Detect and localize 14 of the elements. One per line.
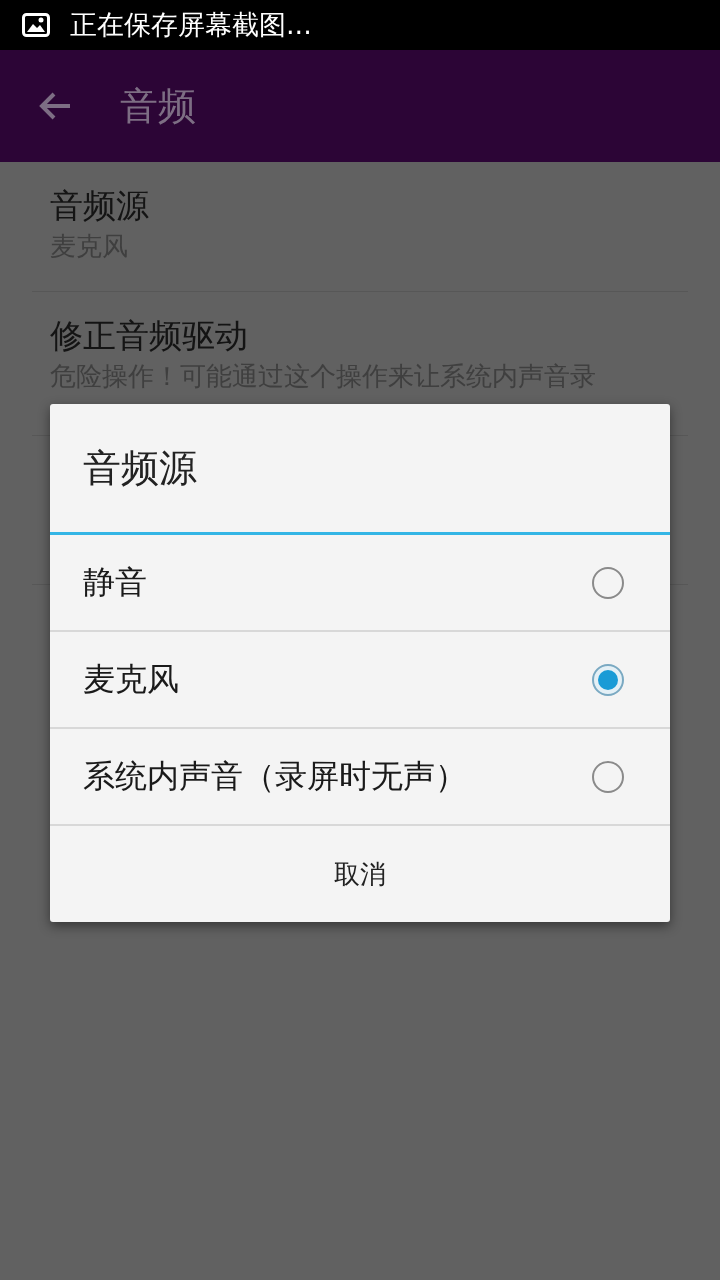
radio-button[interactable]: [592, 566, 624, 599]
radio-button[interactable]: [592, 760, 624, 793]
back-arrow-icon[interactable]: [38, 91, 72, 121]
radio-button[interactable]: [592, 663, 624, 696]
option-item[interactable]: 系统内声音（录屏时无声）: [50, 729, 670, 826]
cancel-button[interactable]: 取消: [50, 826, 670, 922]
setting-title: 音频源: [50, 185, 150, 227]
notification-text: 正在保存屏幕截图...: [70, 8, 312, 42]
option-item[interactable]: 麦克风: [50, 632, 670, 729]
setting-title: 修正音频驱动: [50, 315, 249, 357]
dialog-title: 音频源: [83, 444, 197, 492]
screen-title: 音频: [120, 82, 196, 130]
option-item[interactable]: 静音: [50, 535, 670, 632]
image-icon: [22, 13, 50, 37]
